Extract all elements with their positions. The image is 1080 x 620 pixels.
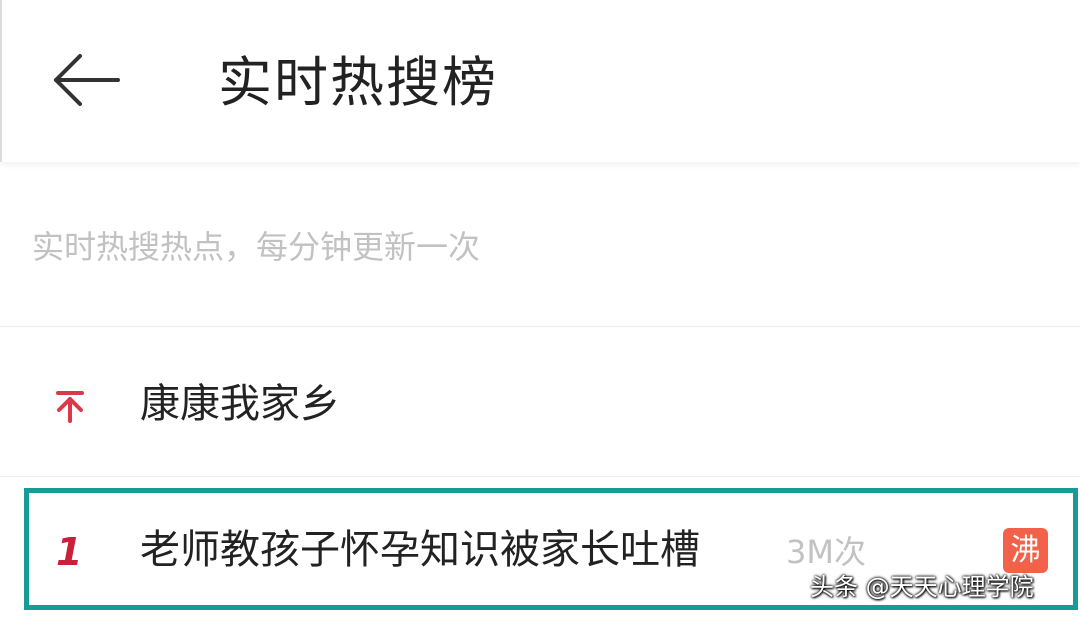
top-bar: 实时热搜榜 <box>0 0 1080 162</box>
hot-search-page: 实时热搜榜 实时热搜热点，每分钟更新一次 康康我家乡 1 老师教孩子怀孕知识被家… <box>0 0 1080 620</box>
list-item-title[interactable]: 老师教孩子怀孕知识被家长吐槽 <box>140 522 700 578</box>
rank-number: 1 <box>56 530 83 574</box>
page-title: 实时热搜榜 <box>218 51 498 114</box>
arrow-left-icon <box>54 54 120 106</box>
hot-badge: 沸 <box>1003 528 1048 573</box>
back-button[interactable] <box>44 40 128 120</box>
search-count: 3M次 <box>786 533 866 571</box>
pinned-item-title[interactable]: 康康我家乡 <box>140 376 340 432</box>
left-edge-divider <box>0 0 2 162</box>
pin-top-icon <box>56 391 84 423</box>
subheader-description: 实时热搜热点，每分钟更新一次 <box>32 228 481 266</box>
watermark: 头条 @天天心理学院 <box>810 573 1034 601</box>
